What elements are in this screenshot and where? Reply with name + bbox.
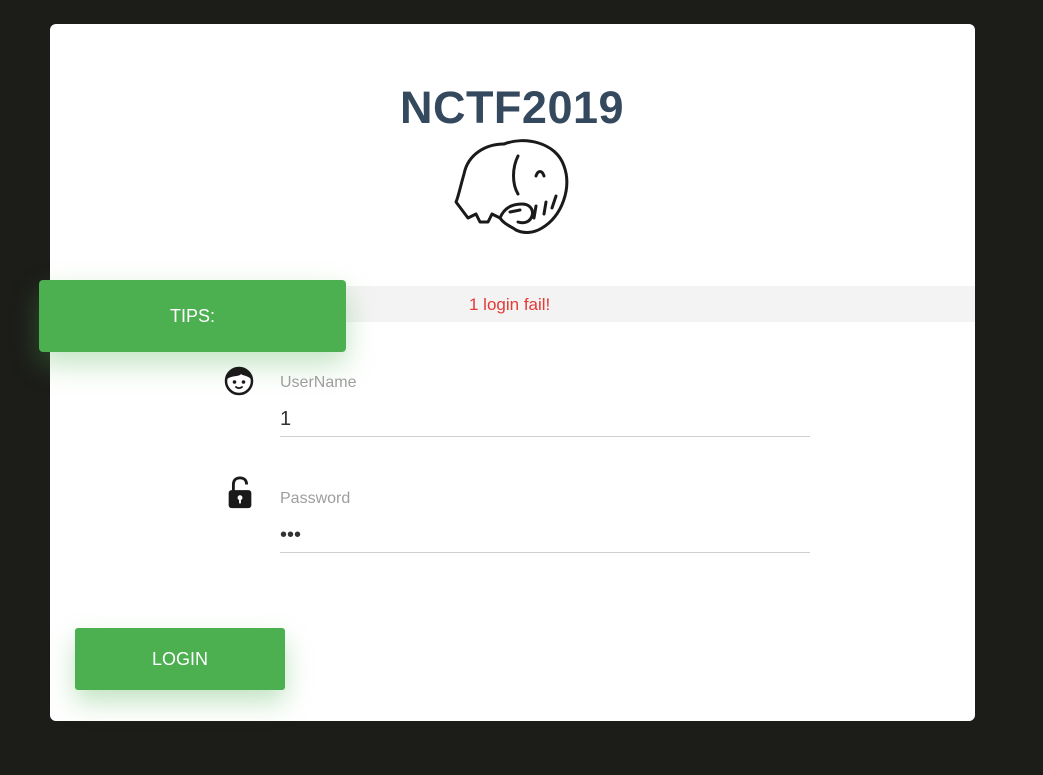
password-label: Password	[280, 490, 351, 507]
user-face-icon	[224, 366, 254, 396]
elephant-logo-icon	[454, 139, 569, 234]
page-title: NCTF2019	[399, 82, 625, 133]
login-button[interactable]: LOGIN	[75, 628, 285, 690]
password-input[interactable]	[280, 518, 810, 553]
tips-message: 1 login fail!	[469, 295, 551, 314]
unlocked-padlock-icon	[228, 476, 252, 509]
username-input[interactable]	[280, 402, 810, 437]
username-label: UserName	[280, 374, 357, 391]
tips-label-text: TIPS:	[169, 305, 215, 326]
tips-label: TIPS:	[39, 280, 346, 352]
